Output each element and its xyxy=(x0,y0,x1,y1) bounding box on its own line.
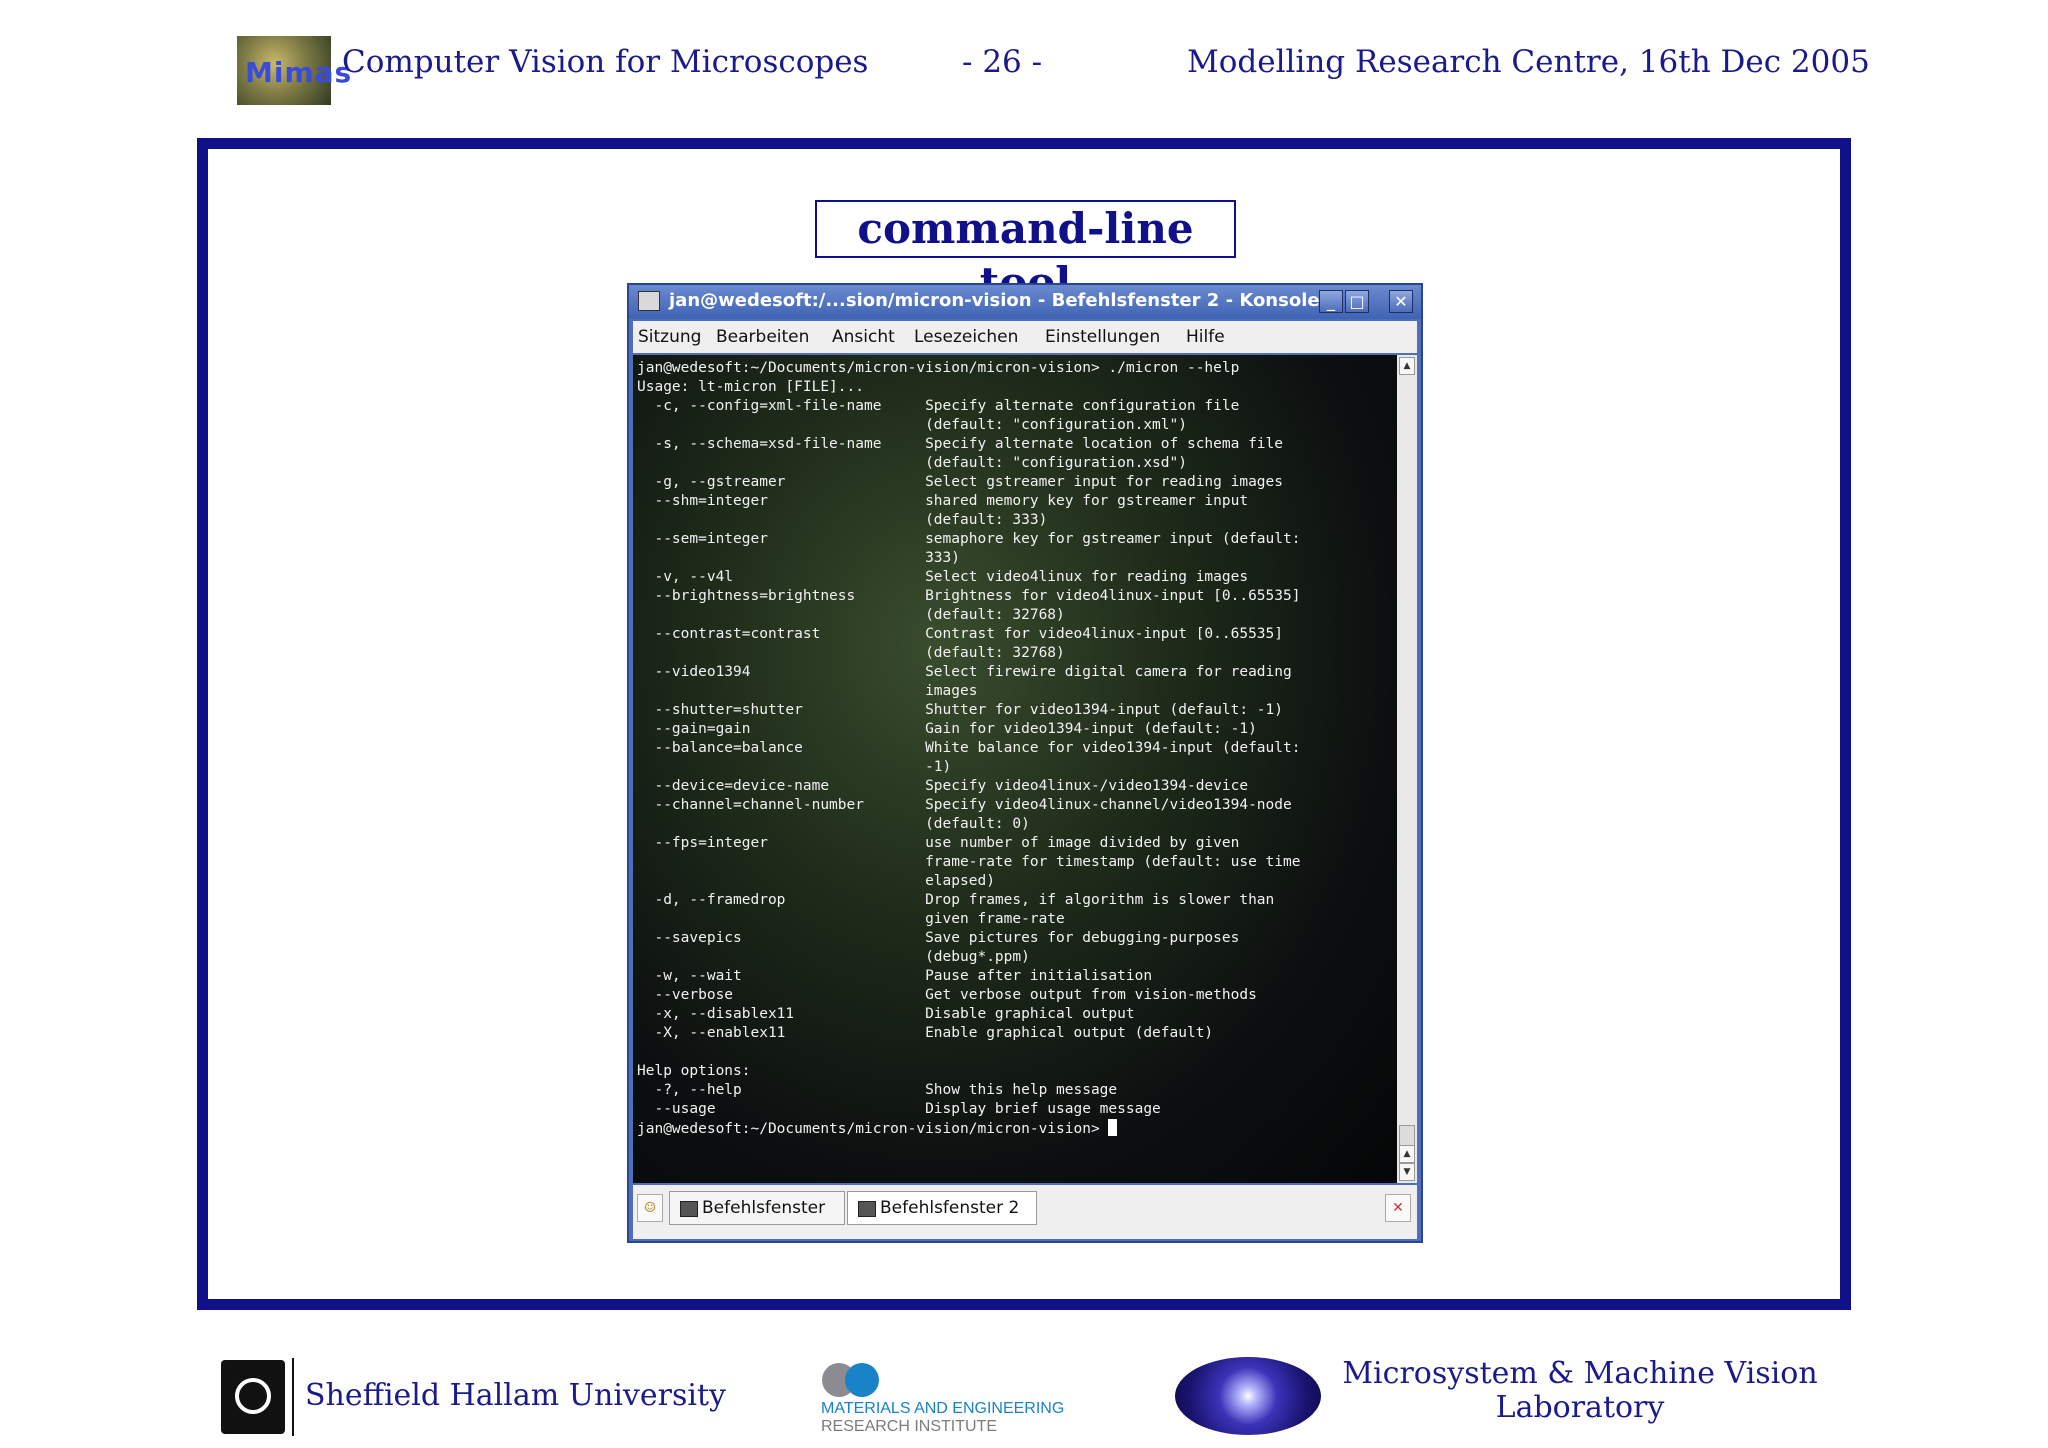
footer-right-text: Microsystem & Machine Vision Laboratory xyxy=(1342,1356,1818,1425)
terminal-output: jan@wedesoft:~/Documents/micron-vision/m… xyxy=(637,360,1301,1137)
terminal-area[interactable]: jan@wedesoft:~/Documents/micron-vision/m… xyxy=(633,355,1397,1183)
tab-label: Befehlsfenster xyxy=(702,1198,826,1218)
window-title: jan@wedesoft:/...sion/micron-vision - Be… xyxy=(669,290,1320,311)
menu-lesezeichen[interactable]: Lesezeichen xyxy=(914,327,1018,347)
scroll-up-arrow-icon[interactable]: ▲ xyxy=(1399,357,1415,375)
mimas-logo: Mimas xyxy=(237,36,351,105)
session-tabbar: ☺ Befehlsfenster Befehlsfenster 2 ✕ xyxy=(633,1185,1417,1239)
header-left-title: Computer Vision for Microscopes xyxy=(342,44,869,80)
close-button[interactable]: ✕ xyxy=(1389,290,1413,313)
terminal-cursor xyxy=(1108,1119,1118,1136)
terminal-tab-icon xyxy=(858,1201,876,1217)
close-session-icon[interactable]: ✕ xyxy=(1385,1194,1411,1222)
minimize-button[interactable]: _ xyxy=(1319,290,1343,313)
header-right-title: Modelling Research Centre, 16th Dec 2005 xyxy=(1187,44,1870,80)
tab-label: Befehlsfenster 2 xyxy=(880,1198,1020,1218)
menu-einstellungen[interactable]: Einstellungen xyxy=(1045,327,1160,347)
maximize-button[interactable]: □ xyxy=(1345,290,1369,313)
mmvl-eye-logo xyxy=(1175,1357,1321,1435)
footer-left-text: Sheffield Hallam University xyxy=(305,1378,726,1413)
shu-logo xyxy=(221,1360,285,1434)
scroll-down-arrow-icon[interactable]: ▼ xyxy=(1399,1163,1415,1181)
scroll-up-arrow-icon-lower[interactable]: ▲ xyxy=(1399,1145,1415,1163)
slide-title: command-line tool xyxy=(815,200,1236,307)
tab-befehlsfenster[interactable]: Befehlsfenster xyxy=(669,1191,845,1225)
menubar: Sitzung Bearbeiten Ansicht Lesezeichen E… xyxy=(633,321,1417,353)
vertical-scrollbar[interactable]: ▲ ▲ ▼ xyxy=(1397,355,1417,1183)
menu-sitzung[interactable]: Sitzung xyxy=(638,327,701,347)
terminal-tab-icon xyxy=(680,1201,698,1217)
new-session-icon[interactable]: ☺ xyxy=(637,1194,663,1222)
menu-hilfe[interactable]: Hilfe xyxy=(1186,327,1225,347)
shu-divider xyxy=(292,1358,294,1436)
header-page-number: - 26 - xyxy=(962,44,1043,80)
meri-logo-blue-circle xyxy=(845,1363,879,1397)
meri-line2: RESEARCH INSTITUTE xyxy=(821,1418,998,1435)
menu-bearbeiten[interactable]: Bearbeiten xyxy=(716,327,809,347)
mimas-logo-text: Mimas xyxy=(245,56,353,89)
meri-line1: MATERIALS AND ENGINEERING xyxy=(821,1400,1065,1417)
window-titlebar[interactable]: jan@wedesoft:/...sion/micron-vision - Be… xyxy=(629,285,1421,319)
konsole-window: jan@wedesoft:/...sion/micron-vision - Be… xyxy=(627,283,1423,1243)
terminal-app-icon[interactable] xyxy=(638,291,660,311)
menu-ansicht[interactable]: Ansicht xyxy=(832,327,895,347)
shu-emblem-icon xyxy=(235,1378,271,1414)
tab-befehlsfenster-2[interactable]: Befehlsfenster 2 xyxy=(847,1191,1037,1225)
